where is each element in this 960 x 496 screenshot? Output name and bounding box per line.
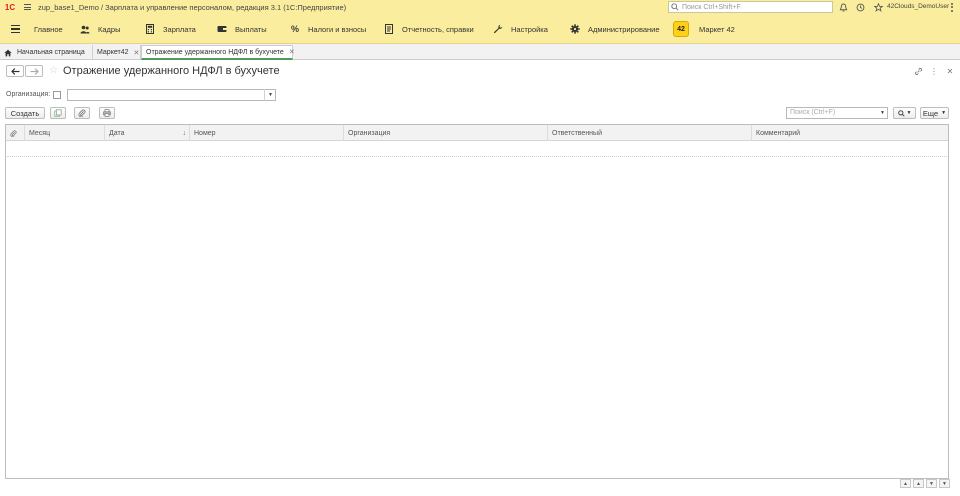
copy-icon: [54, 109, 62, 117]
menu-item-label: Главное: [34, 24, 63, 34]
tab-ndfl-posting[interactable]: Отражение удержанного НДФЛ в бухучете ✕: [141, 45, 295, 60]
more-vertical-icon[interactable]: ⋮: [929, 66, 939, 76]
scroll-up-button[interactable]: ▲: [913, 479, 924, 488]
scroll-last-button[interactable]: ▼: [939, 479, 950, 488]
tab-label: Маркет42: [97, 49, 129, 56]
global-search-input[interactable]: Поиск Ctrl+Shift+F: [668, 1, 833, 13]
menu-item-label: Отчетность, справки: [402, 24, 474, 34]
menu-item-hr[interactable]: Кадры: [80, 14, 120, 44]
close-icon[interactable]: ✕: [945, 66, 955, 76]
global-search-placeholder: Поиск Ctrl+Shift+F: [682, 3, 741, 11]
create-button[interactable]: Создать: [5, 107, 45, 119]
printer-icon: [103, 109, 111, 117]
menu-item-label: Кадры: [98, 24, 121, 34]
gear-icon: [570, 24, 580, 34]
bell-icon[interactable]: [838, 2, 848, 12]
chevron-down-icon[interactable]: ▼: [264, 89, 276, 101]
list-search-input[interactable]: Поиск (Ctrl+F): [786, 107, 879, 119]
print-button[interactable]: [99, 107, 115, 119]
more-button[interactable]: Еще ▼: [920, 107, 949, 119]
organization-label: Организация:: [6, 91, 51, 98]
people-icon: [80, 24, 90, 34]
forward-button[interactable]: [25, 65, 43, 77]
paperclip-icon: [78, 109, 86, 117]
home-icon: [4, 49, 12, 56]
column-header-label: Дата: [109, 129, 125, 137]
paperclip-icon: [6, 125, 24, 141]
column-header-number[interactable]: Номер: [189, 125, 343, 141]
link-icon[interactable]: [913, 66, 923, 76]
search-options-button[interactable]: ▼: [893, 107, 916, 119]
search-icon: [897, 109, 905, 117]
column-header-organization[interactable]: Организация: [343, 125, 547, 141]
market42-icon: 42: [673, 21, 689, 37]
menu-item-salary[interactable]: Зарплата: [145, 14, 196, 44]
menu-item-admin[interactable]: Администрирование: [570, 14, 660, 44]
menu-item-payments[interactable]: Выплаты: [217, 14, 267, 44]
wrench-icon: [493, 24, 503, 34]
history-icon[interactable]: [855, 2, 865, 12]
attach-file-button[interactable]: [74, 107, 90, 119]
column-header-month[interactable]: Месяц: [24, 125, 104, 141]
close-icon[interactable]: ✕: [289, 48, 295, 56]
search-icon: [671, 3, 679, 11]
favorite-star-icon[interactable]: ☆: [49, 65, 58, 76]
window-title: zup_base1_Demo / Зарплата и управление п…: [38, 2, 347, 12]
menu-item-label: Зарплата: [163, 24, 196, 34]
menu-item-label: Настройка: [511, 24, 548, 34]
menu-item-taxes[interactable]: % Налоги и взносы: [290, 14, 366, 44]
more-vertical-icon[interactable]: [948, 2, 956, 12]
menu-item-settings[interactable]: Настройка: [493, 14, 548, 44]
column-header-responsible[interactable]: Ответственный: [547, 125, 751, 141]
table-row[interactable]: [7, 141, 947, 157]
organization-input[interactable]: [67, 89, 276, 101]
app-logo: 1C: [4, 2, 16, 12]
menu-item-label: Маркет 42: [699, 24, 735, 34]
scroll-first-button[interactable]: ▲: [900, 479, 911, 488]
menu-item-market42[interactable]: 42 Маркет 42: [673, 14, 735, 44]
app-menu-icon[interactable]: [20, 4, 34, 10]
documents-table[interactable]: Месяц Дата ↓ Номер Организация Ответстве…: [5, 124, 949, 479]
menu-item-label: Налоги и взносы: [308, 24, 367, 34]
chevron-down-icon: ▼: [906, 110, 912, 116]
menu-icon[interactable]: [11, 25, 20, 34]
more-label: Еще: [922, 108, 939, 118]
table-header: Месяц Дата ↓ Номер Организация Ответстве…: [6, 125, 948, 141]
menu-item-reports[interactable]: Отчетность, справки: [384, 14, 474, 44]
arrow-left-icon: [10, 67, 19, 75]
back-button[interactable]: [6, 65, 24, 77]
chevron-down-icon: ▼: [941, 110, 947, 116]
tab-home[interactable]: Начальная страница: [0, 45, 93, 60]
menu-item-label: Выплаты: [235, 24, 267, 34]
current-user[interactable]: 42Clouds_DemoUser: [887, 3, 949, 10]
menu-item-main[interactable]: Главное: [34, 14, 63, 44]
close-icon[interactable]: ✕: [134, 49, 140, 57]
organization-filter-checkbox[interactable]: [53, 91, 61, 99]
percent-icon: %: [290, 24, 299, 34]
open-tabs-bar: Начальная страница Маркет42 ✕ Отражение …: [0, 44, 960, 60]
column-header-date[interactable]: Дата ↓: [104, 125, 189, 141]
arrow-right-icon: [30, 67, 39, 75]
star-icon[interactable]: [873, 2, 883, 12]
scroll-down-button[interactable]: ▼: [926, 479, 937, 488]
report-icon: [384, 24, 394, 34]
main-menu: Главное Кадры Зарплата Выплаты % Налоги …: [0, 14, 960, 44]
column-header-comment[interactable]: Комментарий: [751, 125, 948, 141]
sort-desc-icon: ↓: [182, 129, 187, 137]
tab-label: Отражение удержанного НДФЛ в бухучете: [146, 48, 284, 56]
tab-label: Начальная страница: [17, 49, 85, 56]
page-title: Отражение удержанного НДФЛ в бухучете: [63, 65, 280, 77]
chevron-down-icon[interactable]: ▼: [878, 107, 888, 119]
copy-button[interactable]: [50, 107, 66, 119]
wallet-icon: [217, 24, 227, 34]
tab-market42[interactable]: Маркет42 ✕: [93, 45, 141, 60]
calculator-icon: [145, 24, 155, 34]
menu-item-label: Администрирование: [588, 24, 660, 34]
